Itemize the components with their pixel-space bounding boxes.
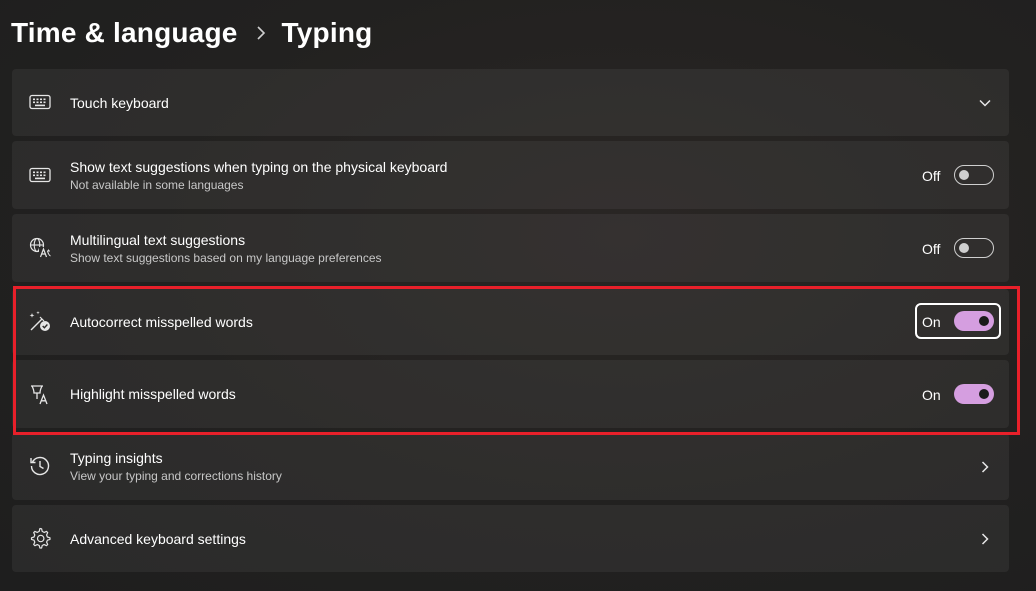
chevron-right-icon[interactable] [978,532,992,546]
gear-icon [29,527,51,549]
setting-typing-insights[interactable]: Typing insights View your typing and cor… [12,433,1009,500]
setting-title: Show text suggestions when typing on the… [70,158,448,175]
setting-multilingual-suggestions[interactable]: Multilingual text suggestions Show text … [12,214,1009,282]
page-title: Typing [281,17,373,48]
setting-title: Typing insights [70,450,163,466]
settings-page: Time & language Typing Touch keyboard Sh… [0,0,1036,591]
highlight-toggle[interactable] [954,384,994,404]
breadcrumb: Time & language Typing [11,12,372,54]
setting-touch-keyboard[interactable]: Touch keyboard [12,69,1009,136]
setting-title: Highlight misspelled words [70,386,236,402]
autocorrect-icon [29,310,51,332]
autocorrect-toggle[interactable] [954,311,994,331]
toggle-knob [979,316,989,326]
toggle-knob [959,243,969,253]
toggle-state-label: On [922,314,941,330]
keyboard-icon [29,164,51,186]
setting-title: Advanced keyboard settings [70,530,246,547]
history-icon [29,455,51,477]
setting-title: Multilingual text suggestions [70,231,246,248]
setting-subtitle: Not available in some languages [70,177,244,192]
toggle-state-label: On [922,387,941,403]
setting-text-suggestions[interactable]: Show text suggestions when typing on the… [12,141,1009,209]
text-suggestions-toggle[interactable] [954,165,994,185]
setting-subtitle: View your typing and corrections history [70,469,282,483]
toggle-state-label: Off [922,241,941,257]
setting-title: Touch keyboard [70,94,169,111]
chevron-right-icon[interactable] [978,460,992,474]
highlight-text-icon [29,383,51,405]
language-icon [29,237,51,259]
breadcrumb-chevron-icon [256,26,266,40]
setting-highlight-misspelled[interactable]: Highlight misspelled words On [12,360,1009,428]
breadcrumb-parent-link[interactable]: Time & language [11,17,238,49]
toggle-knob [979,389,989,399]
setting-autocorrect[interactable]: Autocorrect misspelled words On [12,289,1009,355]
toggle-knob [959,170,969,180]
multilingual-toggle[interactable] [954,238,994,258]
setting-advanced-keyboard[interactable]: Advanced keyboard settings [12,505,1009,572]
setting-subtitle: Show text suggestions based on my langua… [70,250,382,265]
keyboard-icon [29,91,51,113]
toggle-state-label: Off [922,168,941,184]
setting-title: Autocorrect misspelled words [70,314,253,330]
chevron-down-icon[interactable] [978,96,992,110]
